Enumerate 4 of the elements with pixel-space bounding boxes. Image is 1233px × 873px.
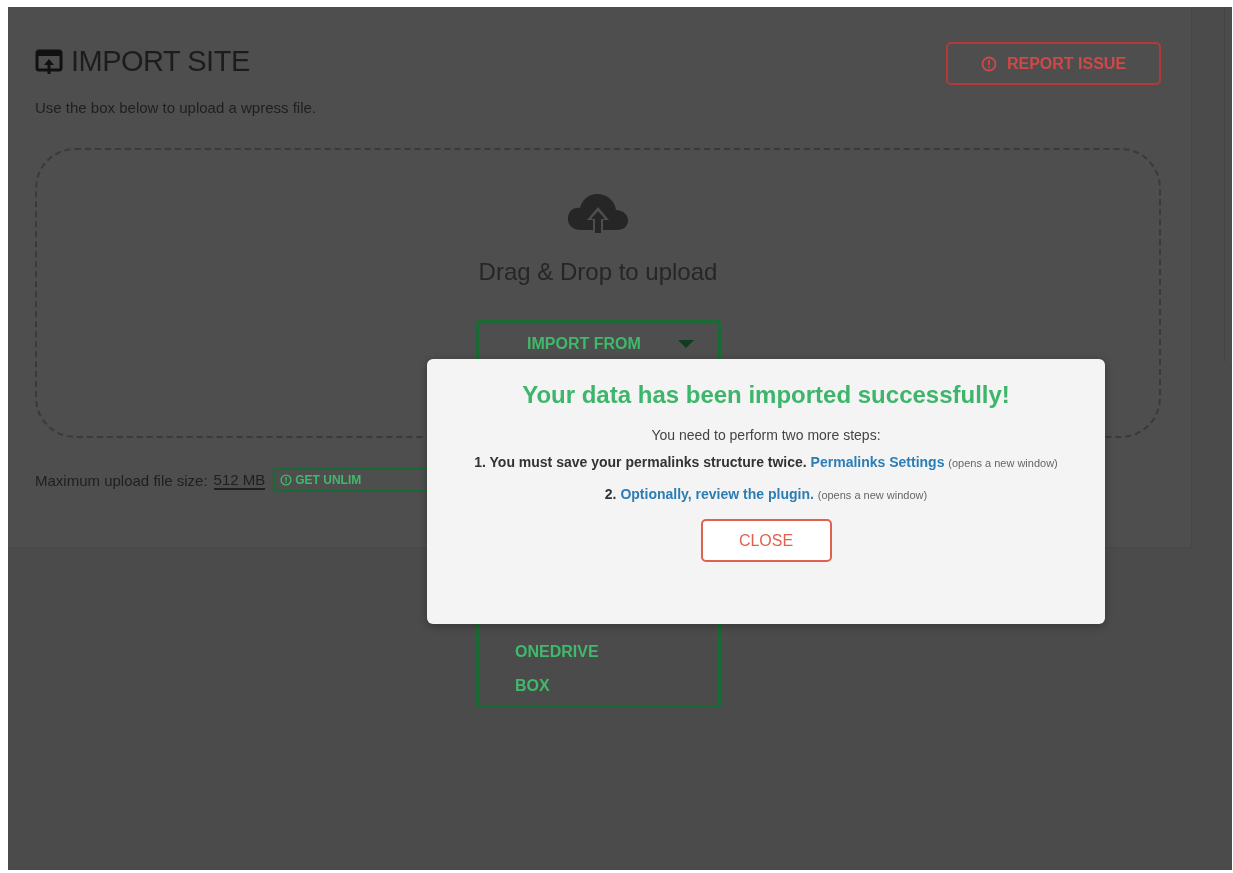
step-text: 1. You must save your permalinks structure twice. Permalinks Settings (opens a new window) xyxy=(473,453,1059,472)
step-text: 2. Optionally, review the plugin. (opens a new window) xyxy=(603,485,929,504)
dialog-title: Your data has been imported successfully! xyxy=(521,381,1011,409)
intro-text: You need to perform two more steps: xyxy=(650,427,882,443)
